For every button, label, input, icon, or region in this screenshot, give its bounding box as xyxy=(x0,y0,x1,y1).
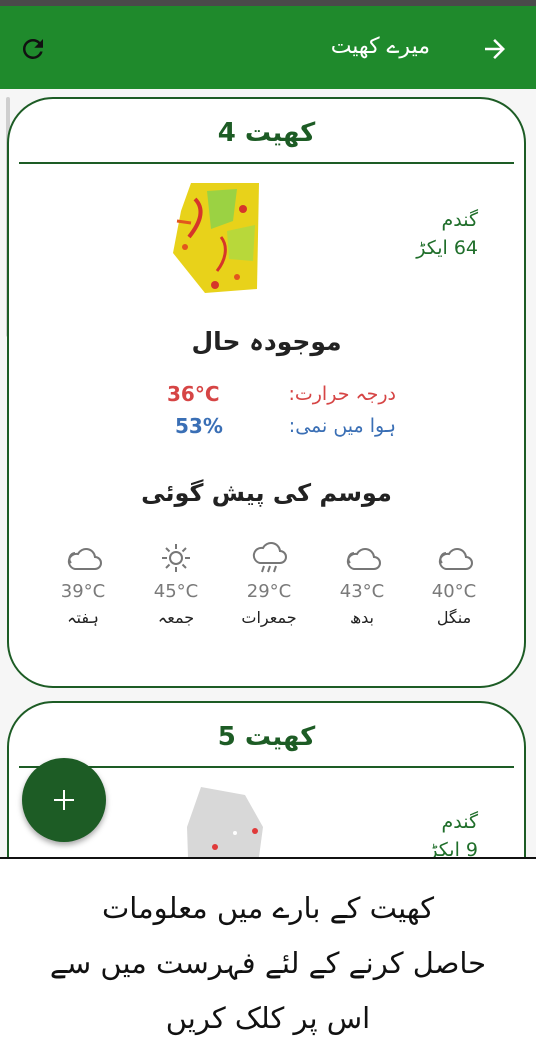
temperature-value: 36°C xyxy=(167,382,220,406)
arrow-right-icon[interactable] xyxy=(480,34,510,64)
forecast-day-name: جمعرات xyxy=(241,608,297,627)
forecast-temp: 39°C xyxy=(60,581,106,602)
field-map-image xyxy=(187,787,263,857)
crop-area: 64 ایکڑ xyxy=(416,237,478,259)
field-title: کھیت 5 xyxy=(217,722,316,752)
cloudy-icon xyxy=(67,548,102,570)
plus-icon xyxy=(54,790,74,810)
forecast-day: 45°C جمعہ xyxy=(141,541,211,627)
humidity-value: 53% xyxy=(175,414,223,438)
forecast-day-name: ہفتہ xyxy=(67,608,99,627)
forecast-day: 43°C بدھ xyxy=(327,541,397,627)
forecast-temp: 45°C xyxy=(153,581,199,602)
instruction-line: حاصل کرنے کے لئے فہرست میں سے xyxy=(49,946,487,980)
app-bar: میرے کھیت xyxy=(0,6,536,89)
instruction-text: کھیت کے بارے میں معلومات حاصل کرنے کے لئ… xyxy=(20,881,516,1046)
forecast-day: 40°C منگل xyxy=(419,541,489,627)
temperature-label: درجہ حرارت: xyxy=(288,383,396,405)
crop-name: گندم xyxy=(441,209,478,231)
forecast-temp: 43°C xyxy=(339,581,385,602)
sun-icon xyxy=(162,544,190,572)
divider xyxy=(19,766,514,768)
crop-info: گندم 9 ایکڑ xyxy=(428,811,478,857)
page-title: میرے کھیت xyxy=(330,34,430,59)
add-field-button[interactable] xyxy=(22,758,106,842)
instruction-line: اس پر کلک کریں xyxy=(165,1001,371,1035)
forecast-day-name: جمعہ xyxy=(157,608,195,627)
field-card[interactable]: کھیت 4 گندم 64 ایکڑ موجودہ حال درجہ حرار… xyxy=(7,97,526,688)
forecast-temp: 29°C xyxy=(246,581,292,602)
instruction-panel: کھیت کے بارے میں معلومات حاصل کرنے کے لئ… xyxy=(0,857,536,1060)
crop-area: 9 ایکڑ xyxy=(428,839,478,857)
instruction-line: کھیت کے بارے میں معلومات xyxy=(101,891,435,925)
humidity-label: ہوا میں نمی: xyxy=(288,415,396,437)
field-list[interactable]: کھیت 4 گندم 64 ایکڑ موجودہ حال درجہ حرار… xyxy=(0,89,536,857)
forecast-day-name: منگل xyxy=(436,608,472,627)
refresh-icon[interactable] xyxy=(18,34,48,64)
crop-name: گندم xyxy=(441,811,478,833)
field-map-image xyxy=(173,183,259,293)
cloudy-icon xyxy=(438,548,473,570)
forecast-temp: 40°C xyxy=(431,581,477,602)
forecast-day: 29°C جمعرات xyxy=(234,541,304,627)
cloudy-icon xyxy=(346,548,381,570)
crop-info: گندم 64 ایکڑ xyxy=(416,209,478,259)
forecast-day-name: بدھ xyxy=(349,608,375,627)
forecast-title: موسم کی پیش گوئی xyxy=(141,479,392,507)
field-title: کھیت 4 xyxy=(217,118,316,148)
rain-icon xyxy=(252,542,287,573)
divider xyxy=(19,162,514,164)
current-conditions-title: موجودہ حال xyxy=(191,327,342,356)
forecast-day: 39°C ہفتہ xyxy=(48,541,118,627)
